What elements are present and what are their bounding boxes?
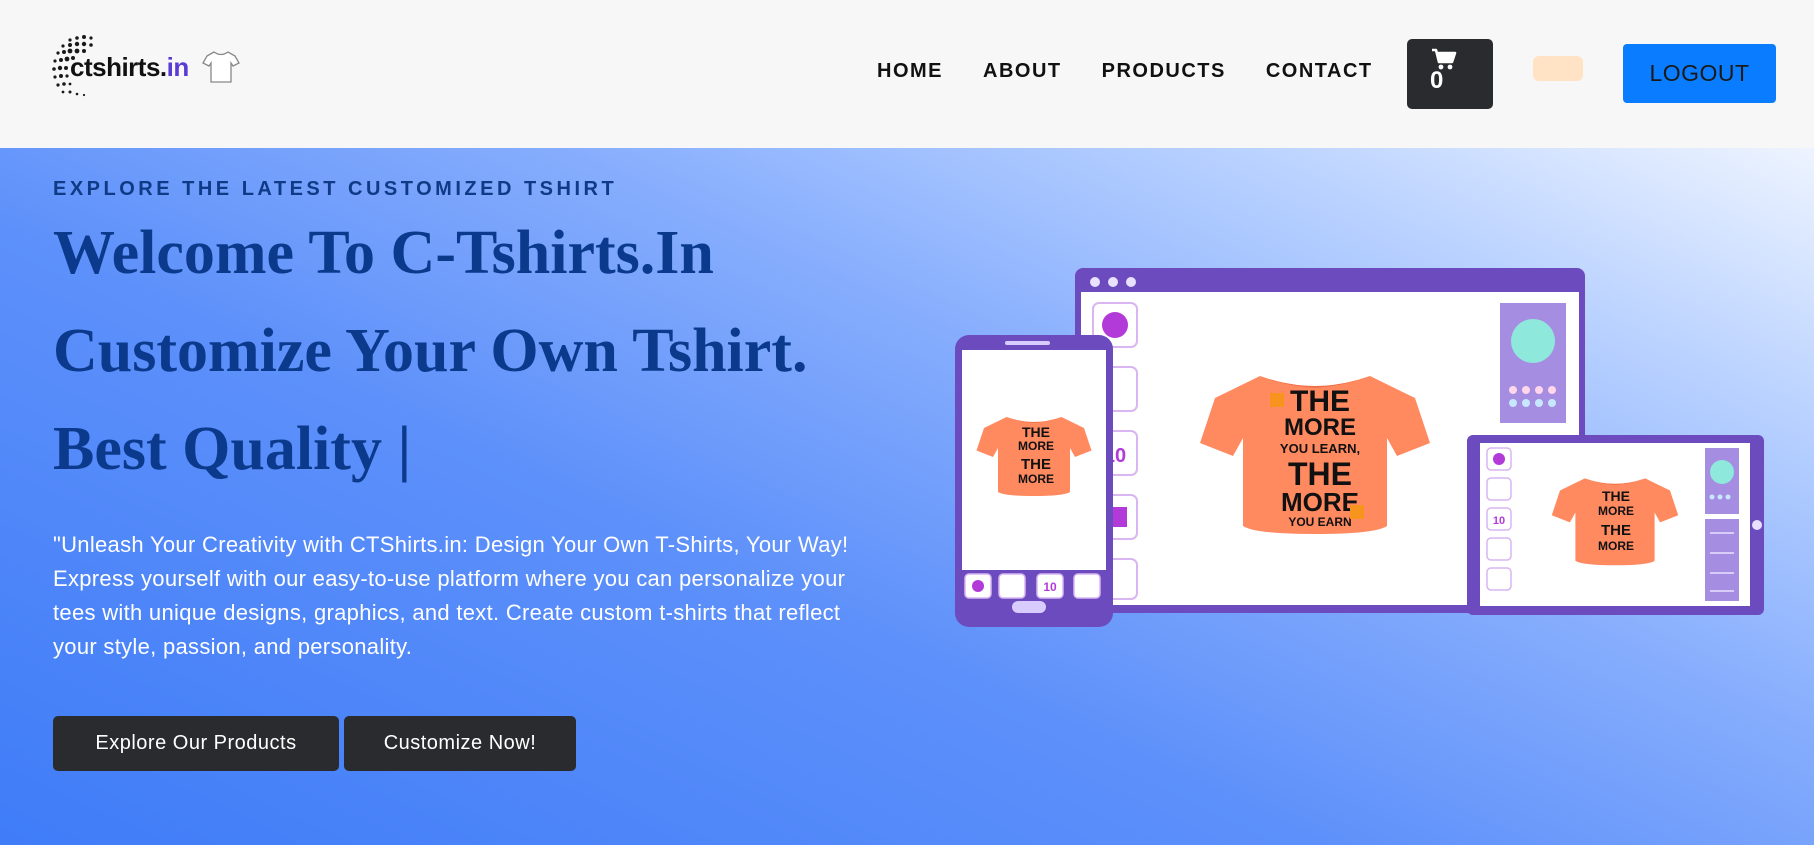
nav-products-link[interactable]: PRODUCTS xyxy=(1102,60,1226,83)
shirt-text-more-2: MORE xyxy=(1281,487,1359,517)
navbar: ctshirts.in HOME ABOUT PRODUCTS CONTACT … xyxy=(0,0,1814,148)
logout-button[interactable]: LOGOUT xyxy=(1623,44,1776,103)
brand-logo[interactable]: ctshirts.in xyxy=(50,32,250,102)
cart-button[interactable]: 0 xyxy=(1407,39,1493,109)
hero-section: EXPLORE THE LATEST CUSTOMIZED TSHIRT Wel… xyxy=(0,148,1814,845)
tablet-graphic: 10 THE MORE THE MORE xyxy=(1467,435,1764,615)
phone-graphic: THE MORE THE MORE 10 xyxy=(955,335,1113,627)
tshirt-icon xyxy=(202,51,240,83)
phone-tool-number: 10 xyxy=(1043,580,1057,594)
brand-name-suffix: in xyxy=(166,52,190,82)
nav-about-link[interactable]: ABOUT xyxy=(983,60,1062,83)
nav-home-link[interactable]: HOME xyxy=(877,60,943,83)
main-nav: HOME ABOUT PRODUCTS CONTACT xyxy=(877,60,1413,83)
device-mockup-illustration: 10 THE MORE YOU LEARN, THE MORE YOU EARN xyxy=(955,268,1764,627)
phone-shirt-text-the: THE xyxy=(1022,424,1050,440)
user-badge[interactable] xyxy=(1533,56,1583,81)
tablet-shirt-text-more: MORE xyxy=(1598,504,1634,518)
shirt-text-more: MORE xyxy=(1284,414,1356,441)
tablet-shirt-text-the: THE xyxy=(1602,488,1630,504)
tablet-tool-number: 10 xyxy=(1493,515,1505,527)
hero-heading-line1: Welcome To C-Tshirts.In xyxy=(53,219,714,287)
hero-eyebrow: EXPLORE THE LATEST CUSTOMIZED TSHIRT xyxy=(53,178,618,200)
brand-name: ctshirts.in xyxy=(70,52,189,83)
tablet-shirt-text-more-2: MORE xyxy=(1598,539,1634,553)
shirt-text-you-earn: YOU EARN xyxy=(1288,515,1351,529)
brand-name-prefix: ctshirts. xyxy=(70,52,167,82)
shirt-text-you-learn: YOU LEARN, xyxy=(1280,441,1360,456)
cart-count: 0 xyxy=(1430,67,1444,94)
hero-heading-line3: Best Quality | xyxy=(53,415,412,483)
explore-products-button[interactable]: Explore Our Products xyxy=(53,716,339,771)
customize-now-button[interactable]: Customize Now! xyxy=(344,716,576,771)
hero-description: "Unleash Your Creativity with CTShirts.i… xyxy=(53,532,849,659)
phone-shirt-text-more-2: MORE xyxy=(1018,472,1054,486)
tablet-shirt-text-the-2: THE xyxy=(1601,522,1631,539)
phone-shirt-text-more: MORE xyxy=(1018,439,1054,453)
phone-shirt-text-the-2: THE xyxy=(1021,456,1051,473)
hero-heading-line2: Customize Your Own Tshirt. xyxy=(53,317,808,385)
nav-contact-link[interactable]: CONTACT xyxy=(1266,60,1373,83)
